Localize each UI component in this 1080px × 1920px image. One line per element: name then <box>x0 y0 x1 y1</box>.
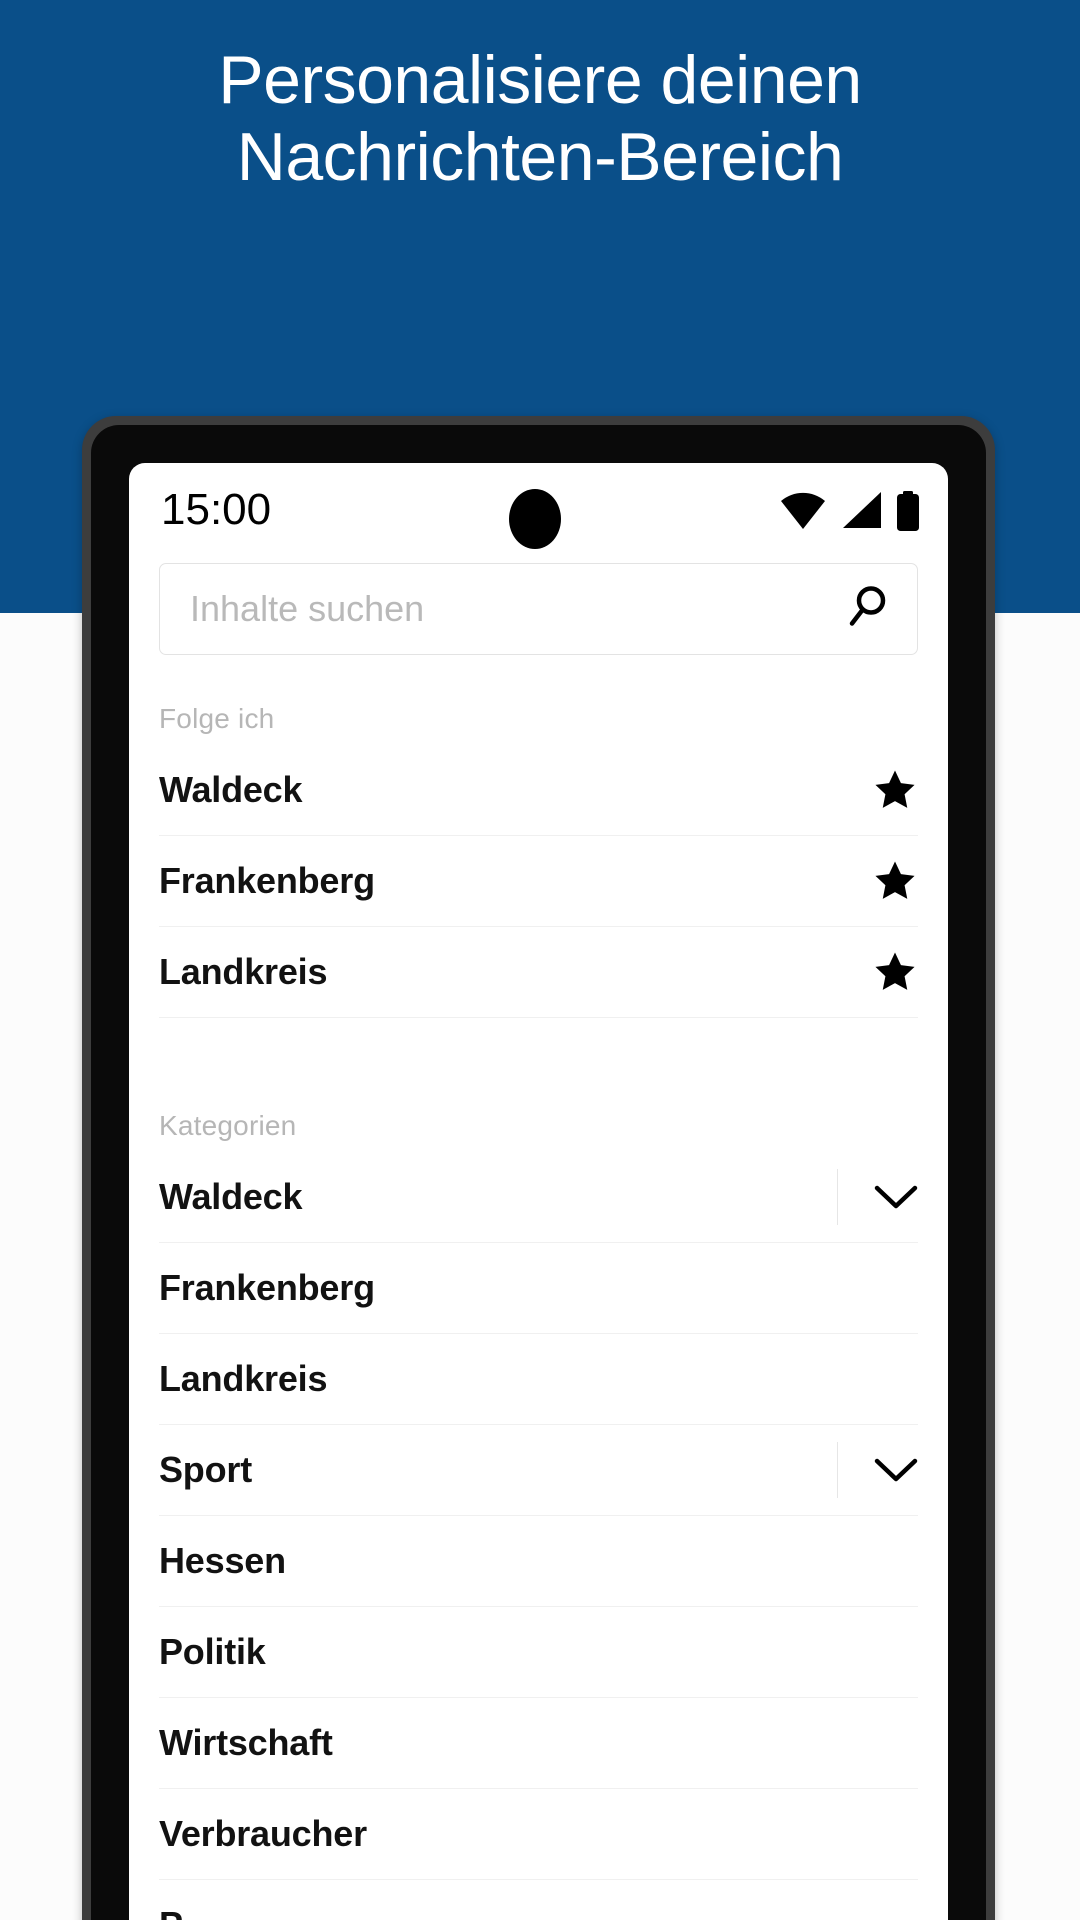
search-input[interactable]: Inhalte suchen <box>159 563 918 655</box>
status-bar: 15:00 <box>129 463 948 555</box>
device-screen: 15:00 Inhalte suchen Folge ich Waldeck F… <box>129 463 948 1920</box>
category-list-item[interactable]: Verbraucher <box>159 1789 918 1880</box>
signal-icon <box>840 491 882 529</box>
category-item-label: Politik <box>159 1631 266 1672</box>
star-icon[interactable] <box>872 836 918 926</box>
page-title: Personalisiere deinen Nachrichten-Bereic… <box>0 42 1080 196</box>
search-bar-container: Inhalte suchen <box>129 563 948 655</box>
vertical-divider <box>836 1442 838 1498</box>
battery-icon <box>896 491 920 531</box>
camera-notch-icon <box>509 489 561 549</box>
category-list-item[interactable]: Waldeck <box>159 1152 918 1243</box>
category-item-label: Landkreis <box>159 1358 328 1399</box>
star-icon[interactable] <box>872 927 918 1017</box>
category-list-item[interactable]: Frankenberg <box>159 1243 918 1334</box>
star-icon[interactable] <box>872 745 918 835</box>
category-list-item[interactable]: P <box>159 1880 918 1920</box>
following-item-label: Landkreis <box>159 951 328 992</box>
following-item-label: Waldeck <box>159 769 303 810</box>
page-title-line-2: Nachrichten-Bereich <box>236 118 844 195</box>
categories-section-label: Kategorien <box>159 1110 297 1141</box>
category-list-item[interactable]: Wirtschaft <box>159 1698 918 1789</box>
following-list-item[interactable]: Frankenberg <box>159 836 918 927</box>
status-icon-group <box>780 491 920 531</box>
category-item-label: Waldeck <box>159 1176 303 1217</box>
category-item-label: Frankenberg <box>159 1267 375 1308</box>
device-frame: 15:00 Inhalte suchen Folge ich Waldeck F… <box>82 416 995 1920</box>
following-section: Folge ich Waldeck Frankenberg Landkreis <box>129 655 948 1018</box>
category-list-item[interactable]: Politik <box>159 1607 918 1698</box>
category-list-item[interactable]: Sport <box>159 1425 918 1516</box>
search-placeholder: Inhalte suchen <box>190 588 425 629</box>
page-title-line-1: Personalisiere deinen <box>218 42 862 118</box>
category-list-item[interactable]: Landkreis <box>159 1334 918 1425</box>
following-item-label: Frankenberg <box>159 860 375 901</box>
category-item-label: Sport <box>159 1449 252 1490</box>
category-item-label: Hessen <box>159 1540 286 1581</box>
following-list-item[interactable]: Landkreis <box>159 927 918 1018</box>
following-list-item[interactable]: Waldeck <box>159 745 918 836</box>
status-time: 15:00 <box>161 485 272 534</box>
category-item-label: P <box>159 1904 183 1920</box>
device-bezel: 15:00 Inhalte suchen Folge ich Waldeck F… <box>91 425 986 1920</box>
vertical-divider <box>836 1169 838 1225</box>
category-item-label: Verbraucher <box>159 1813 367 1854</box>
category-item-label: Wirtschaft <box>159 1722 333 1763</box>
search-icon[interactable] <box>845 584 891 635</box>
category-expand-control[interactable] <box>836 1152 919 1242</box>
following-section-label: Folge ich <box>159 703 275 734</box>
categories-section: Kategorien Waldeck Frankenberg Landkreis <box>129 1062 948 1920</box>
category-expand-control[interactable] <box>836 1425 919 1515</box>
wifi-icon <box>780 491 826 529</box>
promo-screenshot: Personalisiere deinen Nachrichten-Bereic… <box>0 0 1080 1920</box>
category-list-item[interactable]: Hessen <box>159 1516 918 1607</box>
